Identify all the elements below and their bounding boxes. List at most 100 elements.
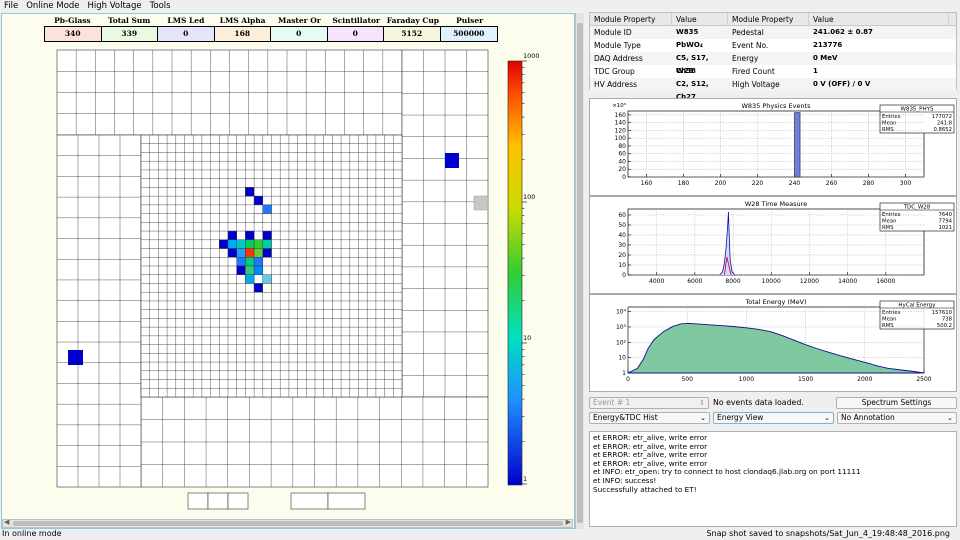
module-hit[interactable] bbox=[253, 283, 264, 293]
table-cell: Fired Count bbox=[732, 67, 775, 76]
module-hit[interactable] bbox=[473, 195, 489, 211]
module-hit[interactable] bbox=[245, 265, 255, 275]
vertical-scrollbar[interactable] bbox=[575, 13, 584, 530]
table-cell: 241.062 ± 0.87 bbox=[813, 28, 873, 36]
x-tick-label: 8000 bbox=[725, 278, 740, 285]
stats-value: 0.8652 bbox=[933, 127, 952, 133]
scrollbar-thumb[interactable] bbox=[13, 521, 563, 526]
annotation-select[interactable]: No Annotation ⌄ bbox=[837, 412, 957, 424]
spectrum-settings-button[interactable]: Spectrum Settings bbox=[836, 397, 957, 409]
module-hit[interactable] bbox=[219, 239, 229, 249]
stats-key: Mean bbox=[882, 219, 896, 225]
table-cell: 0 MeV bbox=[813, 54, 838, 62]
horizontal-scrollbar[interactable]: ◀ ▶ bbox=[2, 518, 573, 528]
chevron-down-icon: ⌄ bbox=[700, 414, 706, 422]
menu-high-voltage[interactable]: High Voltage bbox=[84, 0, 146, 13]
table-cell: 1 bbox=[813, 67, 818, 75]
module-hit[interactable] bbox=[236, 239, 246, 249]
module-hit[interactable] bbox=[236, 257, 246, 267]
hycal-module-map[interactable]: 1000 100 10 1 bbox=[2, 14, 575, 529]
module-hit[interactable] bbox=[253, 195, 264, 206]
module-hit[interactable] bbox=[262, 230, 272, 240]
color-scale-tick: 1 bbox=[523, 475, 527, 483]
module-hit[interactable] bbox=[245, 257, 255, 267]
x-tick-label: 200 bbox=[715, 180, 727, 187]
module-hit[interactable] bbox=[245, 230, 255, 240]
chevron-down-icon: ⌄ bbox=[947, 414, 953, 422]
column-header[interactable]: Value bbox=[672, 13, 728, 25]
lms-module-group[interactable] bbox=[290, 492, 366, 510]
table-cell: Event No. bbox=[732, 41, 769, 50]
leadglass-left[interactable] bbox=[56, 134, 142, 488]
x-tick-label: 1500 bbox=[798, 376, 813, 383]
table-cell: Module ID bbox=[594, 28, 632, 37]
y-tick-label: 0 bbox=[622, 174, 626, 181]
view-select[interactable]: Energy View ⌄ bbox=[713, 412, 834, 424]
table-cell: High Voltage bbox=[732, 80, 780, 89]
hist-total-energy[interactable]: Total Energy (MeV) HyCal Energy Entries 157… bbox=[589, 294, 957, 392]
stats-key: RMS bbox=[882, 323, 894, 329]
stats-value: 157610 bbox=[932, 310, 953, 316]
y-tick-label: 1 bbox=[622, 370, 626, 377]
module-hit[interactable] bbox=[245, 239, 255, 249]
table-cell: W835 bbox=[676, 28, 699, 36]
leadglass-right[interactable] bbox=[401, 49, 489, 398]
lms-module-group[interactable] bbox=[187, 492, 249, 510]
column-header[interactable]: Module Property bbox=[728, 13, 809, 25]
hist-tdc-time[interactable]: W28 Time Measure TDC_W28 Entries 7640 Mean 77… bbox=[589, 196, 957, 294]
leadglass-bottom[interactable] bbox=[140, 396, 489, 488]
module-hit[interactable] bbox=[262, 248, 272, 258]
module-hit[interactable] bbox=[253, 248, 264, 258]
table-row: Module Type PbWO₄ Event No. 213776 bbox=[590, 39, 956, 52]
module-hit[interactable] bbox=[245, 274, 255, 284]
module-property-table: Module Property Value Module Property Value… bbox=[589, 12, 957, 101]
module-hit[interactable] bbox=[227, 230, 237, 240]
module-hit[interactable] bbox=[245, 187, 255, 197]
event-number-input[interactable]: Event # 1 ⇕ bbox=[589, 397, 709, 409]
menu-file[interactable]: File bbox=[0, 0, 22, 13]
pbwo4-center[interactable] bbox=[140, 134, 403, 398]
module-hit[interactable] bbox=[227, 239, 237, 249]
hist-select[interactable]: Energy&TDC Hist ⌄ bbox=[589, 412, 710, 424]
scrollbar-thumb[interactable] bbox=[577, 23, 583, 523]
module-hit[interactable] bbox=[253, 257, 264, 267]
stats-box: TDC_W28Entries 7640Mean 7794RMS 1021 bbox=[879, 202, 955, 232]
module-hit[interactable] bbox=[262, 274, 272, 284]
column-header[interactable]: Value bbox=[809, 13, 949, 25]
module-hit[interactable] bbox=[236, 248, 246, 258]
table-row: TDC Group W28 Fired Count 1 bbox=[590, 65, 956, 78]
table-cell: DAQ Address bbox=[594, 54, 643, 63]
module-hit[interactable] bbox=[68, 350, 83, 365]
module-hit[interactable] bbox=[236, 265, 246, 275]
column-header[interactable]: Module Property bbox=[590, 13, 672, 25]
module-hit[interactable] bbox=[262, 239, 272, 249]
table-cell: Energy bbox=[732, 54, 759, 63]
leadglass-top[interactable] bbox=[56, 49, 403, 136]
x-tick-label: 0 bbox=[626, 376, 630, 383]
module-hit[interactable] bbox=[262, 204, 272, 214]
table-header: Module Property Value Module Property Value bbox=[590, 13, 956, 26]
x-tick-label: 240 bbox=[789, 180, 801, 187]
menu-tools[interactable]: Tools bbox=[146, 0, 175, 13]
log-console[interactable]: et ERROR: etr_alive, write error et ERROR… bbox=[589, 431, 957, 527]
module-hit[interactable] bbox=[253, 265, 264, 275]
y-tick-label: 60 bbox=[618, 151, 626, 158]
module-hit[interactable] bbox=[253, 239, 264, 249]
stats-key: Mean bbox=[882, 121, 896, 127]
y-tick-label: 10² bbox=[616, 339, 627, 346]
color-scale-tick: 100 bbox=[523, 193, 535, 201]
x-tick-label: 10000 bbox=[762, 278, 781, 285]
hycal-display: Pb-Glass SumTotal SumLMS LedLMS AlphaMas… bbox=[1, 13, 575, 529]
stats-value: 241.8 bbox=[937, 121, 953, 127]
menu-online-mode[interactable]: Online Mode bbox=[22, 0, 83, 13]
module-hit[interactable] bbox=[227, 248, 237, 258]
module-hit[interactable] bbox=[262, 283, 272, 293]
stats-value: 500.2 bbox=[937, 323, 952, 329]
x-tick-label: 280 bbox=[863, 180, 875, 187]
module-hit[interactable] bbox=[445, 153, 459, 168]
module-hit[interactable] bbox=[245, 248, 255, 258]
y-tick-label: 160 bbox=[615, 112, 627, 119]
x-tick-label: 4000 bbox=[649, 278, 664, 285]
module-hit[interactable] bbox=[253, 213, 264, 223]
hist-physics-events[interactable]: W835 Physics Events W835_PHYS Entries 17707… bbox=[589, 98, 957, 196]
